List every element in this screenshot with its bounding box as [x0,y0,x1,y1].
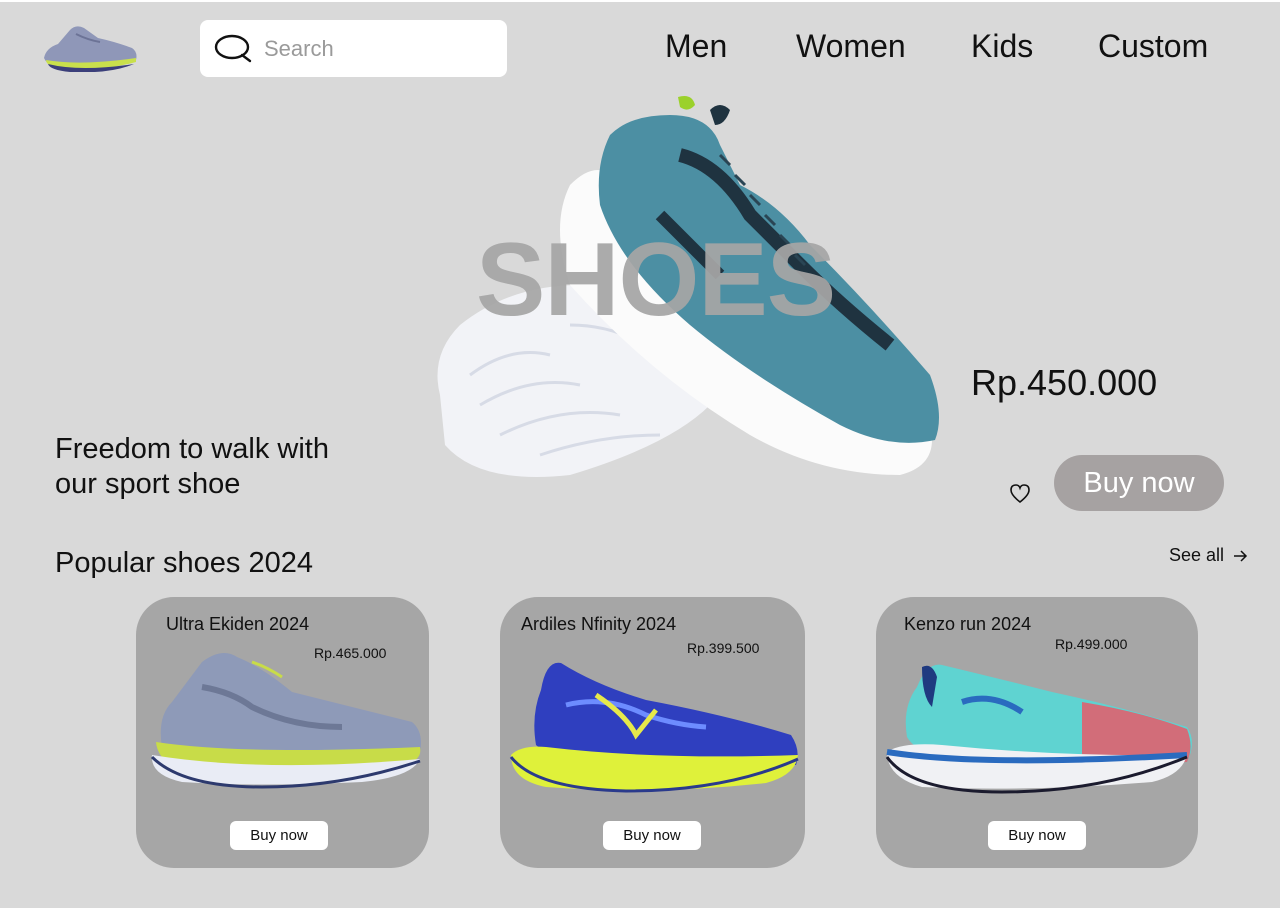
search-icon [214,34,252,62]
see-all-label: See all [1169,545,1225,565]
product-buy-now-button[interactable]: Buy now [603,821,701,850]
product-price: Rp.499.000 [1055,636,1128,652]
nav-women[interactable]: Women [796,28,906,65]
hero-tagline-line-2: our sport shoe [55,468,241,500]
hero-tagline-line-1: Freedom to walk with [55,433,329,465]
hero-buy-now-button[interactable]: Buy now [1054,455,1224,511]
product-shoe-image [150,653,421,789]
see-all-link[interactable]: See all [1169,545,1248,566]
nav-custom[interactable]: Custom [1098,28,1208,65]
product-price: Rp.399.500 [687,640,760,656]
popular-section-title: Popular shoes 2024 [55,547,313,579]
product-buy-now-button[interactable]: Buy now [230,821,328,850]
product-name: Kenzo run 2024 [904,614,1032,634]
product-card[interactable]: Kenzo run 2024 Rp.499.000 Buy now [876,597,1198,868]
arrow-right-icon [1234,549,1248,562]
top-border [0,0,1280,2]
product-buy-now-button[interactable]: Buy now [988,821,1086,850]
nav-men[interactable]: Men [665,28,727,65]
nav-kids[interactable]: Kids [971,28,1033,65]
search-bar[interactable] [200,20,507,77]
hero-tagline: Freedom to walk with our sport shoe [55,432,385,502]
search-input[interactable] [264,35,484,62]
product-name: Ardiles Nfinity 2024 [521,614,677,634]
logo-shoe-icon[interactable] [40,18,140,72]
heart-icon[interactable] [1008,482,1032,504]
product-card[interactable]: Ardiles Nfinity 2024 Rp.399.500 Buy now [500,597,805,868]
hero-title: SHOES [476,222,836,338]
product-name: Ultra Ekiden 2024 [166,614,310,634]
product-card[interactable]: Ultra Ekiden 2024 Rp.465.000 Buy now [136,597,429,868]
hero-price: Rp.450.000 [971,362,1158,403]
